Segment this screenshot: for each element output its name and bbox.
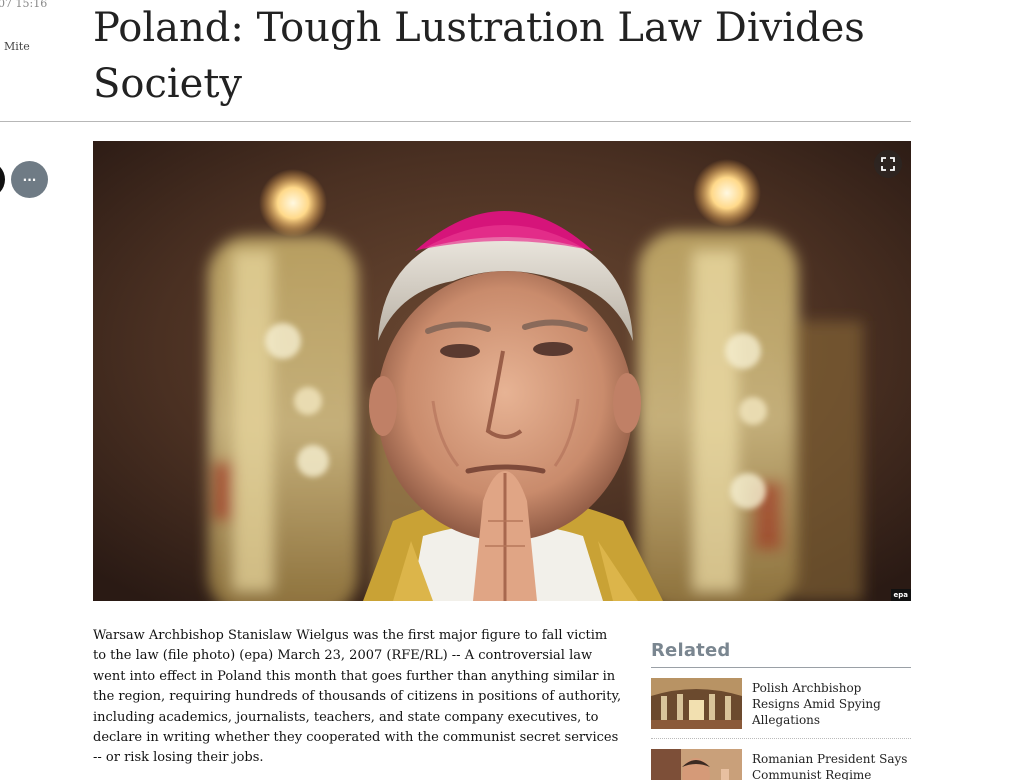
archbishop-photo [93, 141, 911, 601]
more-share-button[interactable]: ··· [11, 161, 48, 198]
related-item-title[interactable]: Polish Archbishop Resigns Amid Spying Al… [752, 680, 911, 729]
author-name[interactable]: Mite [4, 40, 30, 53]
title-divider [0, 121, 911, 122]
expand-icon [881, 157, 895, 171]
related-thumbnail[interactable] [651, 749, 742, 780]
related-heading: Related [651, 640, 731, 661]
cathedral-thumbnail [651, 678, 742, 729]
related-section: Related Polish Archbishop Resigns Amid S… [651, 640, 911, 780]
share-button[interactable] [0, 161, 5, 198]
article-photo[interactable]: epa [93, 141, 911, 601]
expand-photo-button[interactable] [874, 150, 902, 178]
article-title: Poland: Tough Lustration Law Divides Soc… [93, 5, 865, 107]
article-page: 07 15:16 Mite ··· Poland: Tough Lustrati… [0, 0, 1022, 780]
president-thumbnail [651, 749, 742, 780]
more-icon: ··· [22, 172, 37, 187]
related-thumbnail[interactable] [651, 678, 742, 729]
publish-timestamp: 07 15:16 [0, 0, 48, 10]
related-item[interactable]: Romanian President Says Communist Regime [651, 739, 911, 780]
photo-credit: epa [890, 589, 911, 601]
related-item-title[interactable]: Romanian President Says Communist Regime [752, 751, 911, 780]
related-item[interactable]: Polish Archbishop Resigns Amid Spying Al… [651, 668, 911, 739]
photo-caption: Warsaw Archbishop Stanislaw Wielgus was … [93, 628, 622, 766]
